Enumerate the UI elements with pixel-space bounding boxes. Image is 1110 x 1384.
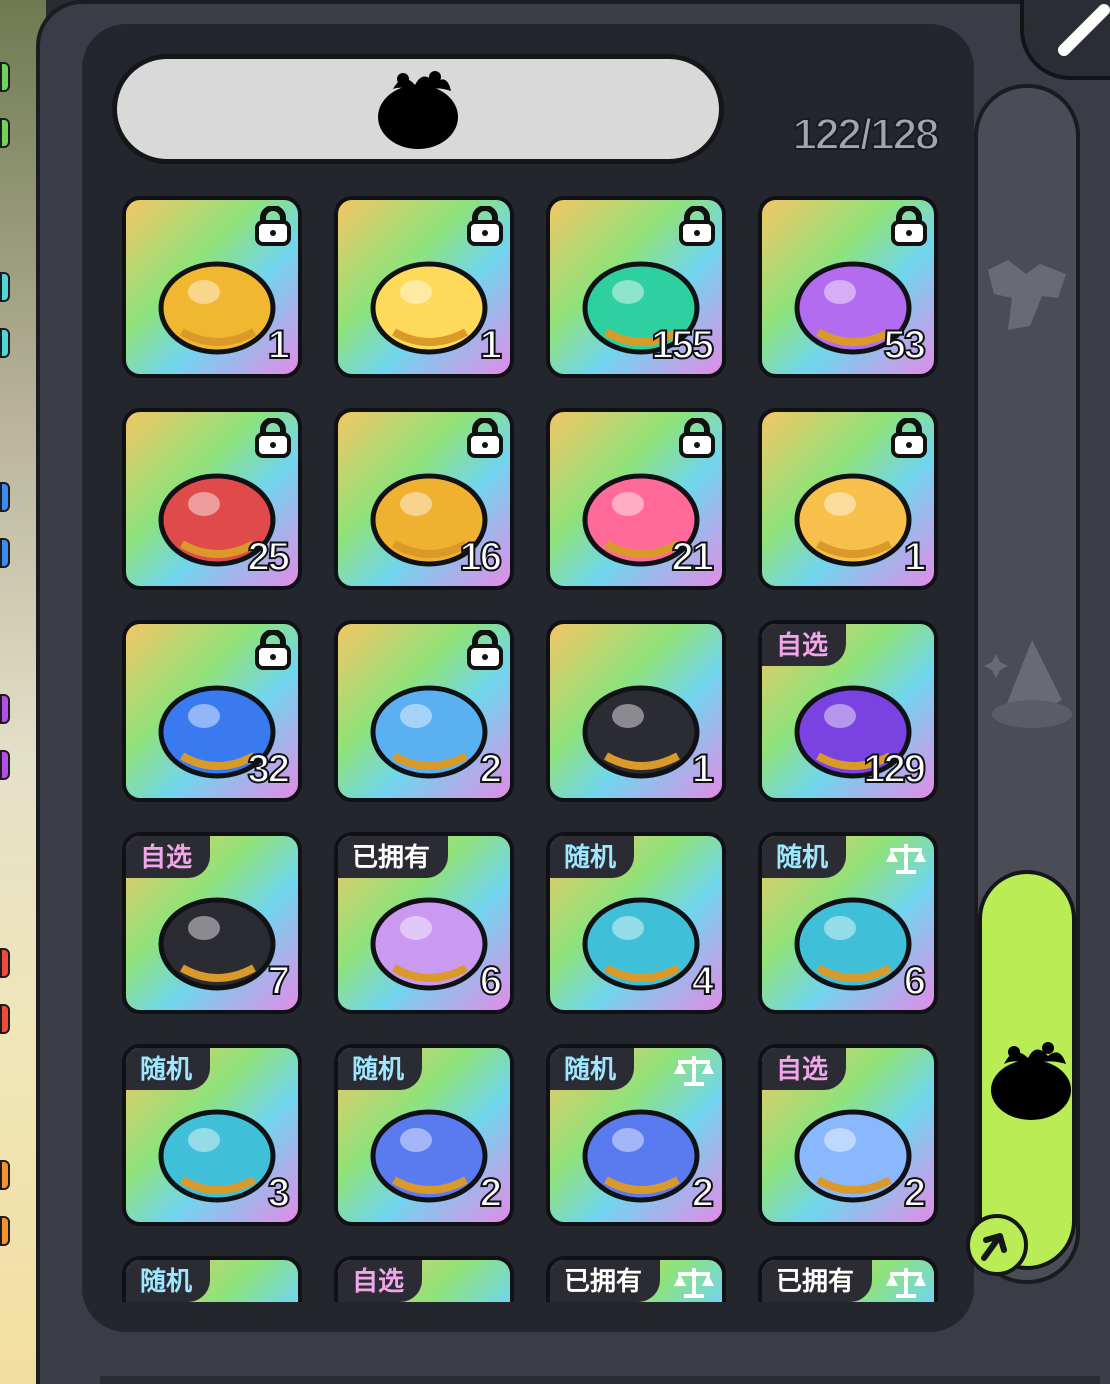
item-quantity: 53 [883,322,927,368]
item-slot[interactable]: 随机 2 [334,1044,514,1226]
item-tag: 随机 [550,836,635,878]
edge-marker-orange [0,1216,10,1246]
item-quantity: 7 [267,958,291,1004]
inventory-count: 122/128 [791,109,940,160]
fruit-bag-icon [378,71,458,149]
item-quantity: 1 [903,534,927,580]
edge-marker-blue [0,482,10,512]
tab-costume[interactable] [978,240,1076,340]
item-slot[interactable]: 21 [546,408,726,590]
edge-marker-green [0,62,10,92]
item-tag: 随机 [550,1048,635,1090]
item-slot[interactable]: 1 [758,408,938,590]
lock-icon [254,205,292,246]
lock-icon [254,629,292,670]
item-tag: 自选 [126,836,211,878]
item-tag: 已拥有 [762,1260,873,1302]
edge-marker-blue [0,538,10,568]
item-slot[interactable]: 随机 4 [546,832,726,1014]
edge-marker-cyan [0,328,10,358]
close-icon [1058,4,1110,56]
balance-scale-icon [672,1052,716,1093]
item-slot[interactable]: 自选 129 [758,620,938,802]
edge-marker-cyan [0,272,10,302]
category-header [112,54,724,164]
item-slot[interactable]: 2 [334,620,514,802]
item-tag: 随机 [762,836,847,878]
item-slot[interactable]: 32 [122,620,302,802]
scroll-top-button[interactable] [966,1214,1028,1276]
item-quantity: 6 [903,958,927,1004]
lock-icon [678,205,716,246]
edge-marker-orange [0,1160,10,1190]
item-slot[interactable]: 已拥有 6 [334,832,514,1014]
lock-icon [678,417,716,458]
item-quantity: 2 [479,1170,503,1216]
item-quantity: 3 [267,1170,291,1216]
item-quantity: 16 [459,534,503,580]
item-slot[interactable]: 已拥有 [546,1256,726,1302]
item-slot[interactable]: 1 [122,196,302,378]
item-tag: 随机 [338,1048,423,1090]
item-slot[interactable]: 155 [546,196,726,378]
item-tag: 已拥有 [550,1260,661,1302]
item-slot[interactable]: 1 [546,620,726,802]
item-quantity: 1 [267,322,291,368]
item-quantity: 21 [671,534,715,580]
balance-scale-icon [884,840,928,881]
lock-icon [466,417,504,458]
item-quantity: 1 [479,322,503,368]
item-tag: 已拥有 [338,836,449,878]
tab-crystal[interactable] [978,630,1076,740]
item-quantity: 2 [691,1170,715,1216]
item-slot[interactable]: 自选 [334,1256,514,1302]
item-tag: 自选 [762,624,847,666]
item-slot[interactable]: 25 [122,408,302,590]
bottom-bar [100,1376,1100,1384]
lock-icon [466,629,504,670]
item-quantity: 2 [479,746,503,792]
item-quantity: 6 [479,958,503,1004]
item-tag: 随机 [126,1048,211,1090]
edge-marker-green [0,118,10,148]
item-slot[interactable]: 16 [334,408,514,590]
item-slot[interactable]: 随机 2 [546,1044,726,1226]
item-tag: 自选 [762,1048,847,1090]
item-quantity: 129 [862,746,927,792]
costume-icon [988,260,1066,330]
lock-icon [466,205,504,246]
arrow-up-icon [981,1233,1007,1261]
item-grid[interactable]: 1 1 155 53 25 16 21 1 32 2 1 自选 129 自选 7 已拥有 6 随机 4 随机 6 随机 3 随… [122,196,942,1302]
item-slot[interactable]: 1 [334,196,514,378]
lock-icon [254,417,292,458]
item-quantity: 4 [691,958,715,1004]
item-quantity: 25 [247,534,291,580]
item-slot[interactable]: 随机 [122,1256,302,1302]
item-slot[interactable]: 随机 6 [758,832,938,1014]
fruit-bag-icon [991,1042,1071,1120]
item-quantity: 32 [247,746,291,792]
balance-scale-icon [672,1264,716,1302]
item-quantity: 2 [903,1170,927,1216]
item-quantity: 155 [650,322,715,368]
lock-icon [890,205,928,246]
edge-marker-red [0,948,10,978]
item-slot[interactable]: 53 [758,196,938,378]
edge-marker-purple [0,750,10,780]
item-slot[interactable]: 已拥有 [758,1256,938,1302]
lock-icon [890,417,928,458]
balance-scale-icon [884,1264,928,1302]
crystal-icon [984,640,1072,728]
edge-marker-purple [0,694,10,724]
item-slot[interactable]: 自选 7 [122,832,302,1014]
item-slot[interactable]: 自选 2 [758,1044,938,1226]
tab-fruit-bag[interactable] [966,870,1076,1276]
item-slot[interactable]: 随机 3 [122,1044,302,1226]
item-quantity: 1 [691,746,715,792]
item-tag: 自选 [338,1260,423,1302]
edge-marker-red [0,1004,10,1034]
item-tag: 随机 [126,1260,211,1302]
